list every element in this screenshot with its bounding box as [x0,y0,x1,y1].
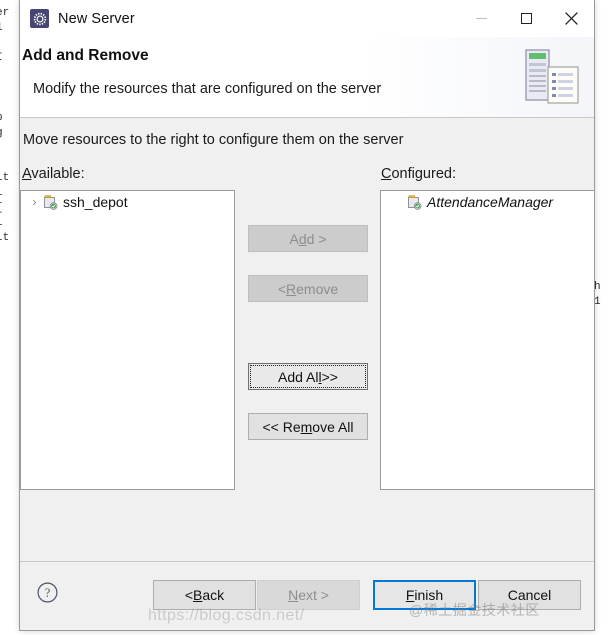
available-label: Available: [22,166,85,182]
finish-button-suffix: inish [414,587,444,603]
minimize-icon[interactable] [459,0,504,37]
dialog-body: Move resources to the right to configure… [20,118,595,561]
available-label-suffix: vailable: [31,166,85,182]
configured-label-suffix: onfigured: [391,166,456,182]
project-icon [42,194,58,210]
finish-button-mnemonic: F [405,587,415,603]
next-button[interactable]: Next > [257,580,360,610]
dialog-footer: ? < Back Next > Finish Cancel [20,561,594,630]
back-button-suffix: ack [202,587,225,603]
page-description: Modify the resources that are configured… [33,81,382,97]
back-button-mnemonic: B [193,587,203,603]
list-item-label: ssh_depot [63,194,128,210]
add-all-button-suffix: >> [321,368,338,385]
svg-text:?: ? [45,586,51,600]
help-icon[interactable]: ? [37,582,58,603]
remove-all-button[interactable]: << Re m ove All [248,413,368,440]
add-button[interactable]: Add > [248,225,368,252]
list-item[interactable]: › ssh_depot [21,191,234,213]
instruction-text: Move resources to the right to configure… [23,132,404,148]
page-title: Add and Remove [22,47,149,64]
screen: er 1 I p g lt i { i lt | h 1 New Server [0,0,613,635]
remove-button[interactable]: < Remove [248,275,368,302]
remove-button-prefix: < [277,280,287,297]
add-button-prefix: A [289,230,299,247]
new-server-dialog: New Server Add and Remove Modify the res… [19,0,595,631]
configured-listbox[interactable]: AttendanceManager [380,190,595,490]
add-all-button[interactable]: Add Al l >> [248,363,368,390]
available-label-mnemonic: A [22,166,32,182]
maximize-icon[interactable] [504,0,549,37]
server-and-document-icon [517,41,589,113]
configured-label-mnemonic: C [381,166,392,182]
add-button-suffix: d > [306,230,327,247]
available-listbox[interactable]: › ssh_depot [20,190,235,490]
titlebar: New Server [20,0,594,37]
remove-all-button-mnemonic: m [300,418,313,435]
back-button[interactable]: < Back [153,580,256,610]
add-button-mnemonic: d [298,230,307,247]
wizard-header: Add and Remove Modify the resources that… [20,37,594,118]
next-button-mnemonic: N [288,587,299,603]
window-controls [459,0,594,37]
list-item-label: AttendanceManager [427,194,554,210]
cancel-button[interactable]: Cancel [478,580,581,610]
server-gear-icon [30,9,49,28]
chevron-right-icon[interactable]: › [27,195,42,209]
configured-label: Configured: [381,166,456,182]
add-all-button-prefix: Add Al [278,368,319,385]
project-icon [406,194,422,210]
next-button-suffix: ext > [298,587,329,603]
remove-button-mnemonic: R [286,280,297,297]
remove-all-button-suffix: ove All [312,418,354,435]
close-icon[interactable] [549,0,594,37]
background-code-right: h 1 [594,281,601,308]
finish-button[interactable]: Finish [373,580,476,610]
list-item[interactable]: AttendanceManager [381,191,594,213]
cancel-button-label: Cancel [507,587,552,603]
remove-all-button-prefix: << Re [262,418,301,435]
remove-button-suffix: emove [296,280,339,297]
window-title: New Server [58,10,135,27]
back-button-prefix: < [184,587,194,603]
